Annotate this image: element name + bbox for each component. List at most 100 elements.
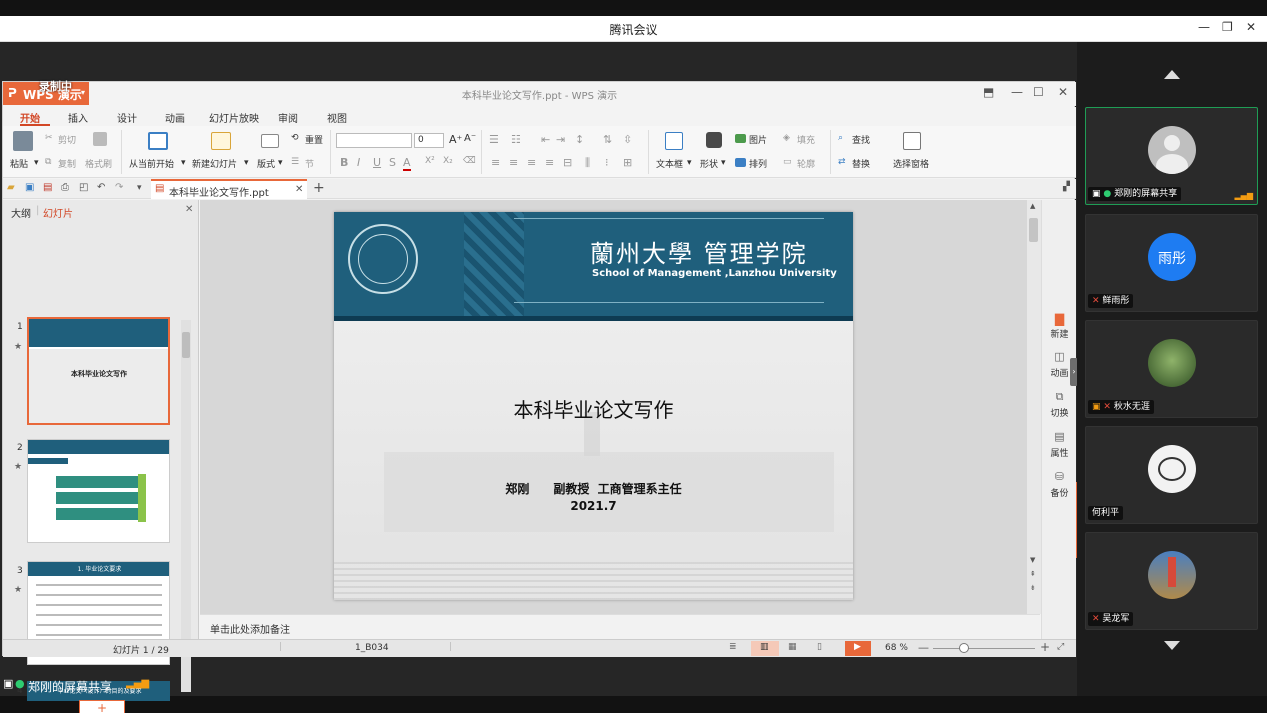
font-size-input[interactable]: 0 bbox=[414, 133, 444, 148]
wps-maximize-icon[interactable]: ☐ bbox=[1033, 85, 1044, 99]
fill-button[interactable]: 填充 bbox=[797, 133, 815, 146]
font-color-icon[interactable]: A bbox=[403, 156, 411, 171]
current-slide[interactable]: 蘭州大學 管理学院 School of Management ,Lanzhou … bbox=[334, 212, 853, 600]
clear-format-icon[interactable]: ⌫ bbox=[463, 156, 476, 166]
pane-backup[interactable]: 备份 bbox=[1042, 486, 1077, 499]
slide-thumb-1[interactable]: 本科毕业论文写作 bbox=[27, 317, 170, 425]
participant-tile[interactable]: ✕ 吴龙军 bbox=[1085, 532, 1258, 630]
scrollbar-thumb[interactable] bbox=[1029, 218, 1038, 242]
fit-window-icon[interactable]: ⤢ bbox=[1057, 642, 1064, 652]
canvas-scrollbar[interactable]: ▲ ▼ ⇞ ⇟ bbox=[1027, 200, 1041, 614]
cut-button[interactable]: 剪切 bbox=[58, 133, 76, 146]
pane-transition[interactable]: 切换 bbox=[1042, 406, 1077, 419]
format-painter-button[interactable]: 格式刷 bbox=[85, 157, 112, 170]
columns-icon[interactable]: ⫼ bbox=[585, 156, 590, 170]
menu-insert[interactable]: 插入 bbox=[68, 110, 88, 125]
grow-font-icon[interactable]: A⁺ bbox=[449, 133, 462, 146]
menu-slideshow[interactable]: 幻灯片放映 bbox=[209, 110, 259, 125]
pane-new[interactable]: 新建 bbox=[1042, 327, 1077, 340]
scroll-down-icon[interactable]: ▼ bbox=[1030, 556, 1035, 564]
prev-slide-icon[interactable]: ⇞ bbox=[1030, 570, 1036, 578]
undo-icon[interactable]: ↶ bbox=[97, 182, 105, 193]
tab-close-icon[interactable]: ✕ bbox=[295, 184, 303, 195]
line-spacing-icon[interactable]: ↕ bbox=[575, 133, 584, 146]
wps-minimize-icon[interactable]: — bbox=[1011, 85, 1023, 99]
align-center-icon[interactable]: ≡ bbox=[509, 156, 518, 169]
underline-button[interactable]: U bbox=[373, 156, 381, 169]
outline-button[interactable]: 轮廓 bbox=[797, 157, 815, 170]
print-icon[interactable]: ⎙ bbox=[61, 182, 69, 193]
participant-tile[interactable]: ▣ ● 郑刚的屏幕共享 ▂▄▆ bbox=[1085, 107, 1258, 205]
slide-thumb-2[interactable] bbox=[27, 439, 170, 543]
normal-view-button[interactable]: ▥ bbox=[751, 641, 779, 656]
customize-chevron-icon[interactable]: ▾ bbox=[137, 183, 142, 193]
reading-view-icon[interactable]: ▯ bbox=[817, 642, 822, 652]
scroll-down-arrow-icon[interactable] bbox=[1164, 641, 1180, 650]
section-button[interactable]: 节 bbox=[305, 157, 314, 170]
indent-decrease-icon[interactable]: ⇤ bbox=[541, 133, 550, 146]
scroll-up-icon[interactable]: ▲ bbox=[1030, 202, 1035, 210]
participant-tile[interactable]: 雨彤 ✕ 鲜雨彤 bbox=[1085, 214, 1258, 312]
collapse-ribbon-icon[interactable]: ▞ bbox=[1063, 182, 1070, 192]
add-slide-button[interactable]: + bbox=[79, 700, 125, 713]
export-icon[interactable]: ▤ bbox=[43, 182, 52, 193]
picture-button[interactable]: 图片 bbox=[749, 133, 767, 146]
tab-slides[interactable]: 幻灯片 bbox=[43, 205, 73, 220]
document-tab[interactable]: ▤ 本科毕业论文写作.ppt ✕ bbox=[151, 179, 307, 199]
align-justify-icon[interactable]: ≡ bbox=[545, 156, 554, 169]
close-icon[interactable]: ✕ bbox=[1246, 20, 1256, 34]
next-slide-icon[interactable]: ⇟ bbox=[1030, 584, 1036, 592]
distribute-icon[interactable]: ⊟ bbox=[563, 156, 572, 169]
menu-start[interactable]: 开始 bbox=[20, 110, 40, 125]
save-icon[interactable]: ▣ bbox=[25, 182, 34, 193]
align-text-icon[interactable]: ⇳ bbox=[623, 133, 632, 146]
pin-icon[interactable]: ⬒ bbox=[983, 85, 994, 99]
arrange-button[interactable]: 排列 bbox=[749, 157, 767, 170]
select-pane-button[interactable]: 选择窗格 bbox=[893, 157, 929, 170]
sorter-view-icon[interactable]: ▦ bbox=[788, 642, 797, 652]
zoom-slider[interactable] bbox=[933, 648, 1035, 649]
redo-icon[interactable]: ↷ bbox=[115, 182, 123, 193]
bullet-list-icon[interactable]: ☰ bbox=[489, 133, 499, 146]
tab-outline[interactable]: 大纲 bbox=[11, 205, 31, 220]
participant-tile[interactable]: ▣ ✕ 秋水无涯 bbox=[1085, 320, 1258, 418]
menu-design[interactable]: 设计 bbox=[117, 110, 137, 125]
reset-button[interactable]: 重置 bbox=[305, 133, 323, 146]
align-right-icon[interactable]: ≡ bbox=[527, 156, 536, 169]
zoom-slider-handle[interactable] bbox=[959, 643, 969, 653]
paste-icon[interactable] bbox=[13, 131, 33, 151]
shrink-font-icon[interactable]: A⁻ bbox=[464, 133, 476, 144]
notes-area[interactable]: 单击此处添加备注 bbox=[200, 614, 1040, 639]
panel-close-icon[interactable]: ✕ bbox=[185, 204, 193, 215]
menu-view[interactable]: 视图 bbox=[327, 110, 347, 125]
participant-tile[interactable]: 何利平 bbox=[1085, 426, 1258, 524]
zoom-in-icon[interactable]: + bbox=[1040, 640, 1050, 654]
subscript-icon[interactable]: X₂ bbox=[443, 156, 453, 166]
from-current-button[interactable]: 从当前开始 bbox=[129, 157, 174, 170]
open-icon[interactable]: ▰ bbox=[7, 182, 15, 193]
scrollbar-thumb[interactable] bbox=[182, 332, 190, 358]
text-direction-icon[interactable]: ⇅ bbox=[603, 133, 612, 146]
wps-close-icon[interactable]: ✕ bbox=[1058, 85, 1068, 99]
preview-icon[interactable]: ◰ bbox=[79, 182, 88, 193]
zoom-out-icon[interactable]: — bbox=[918, 641, 929, 654]
bold-button[interactable]: B bbox=[340, 156, 348, 169]
slideshow-button[interactable]: ▶ bbox=[845, 641, 871, 656]
strike-button[interactable]: S bbox=[389, 156, 396, 169]
smartart-icon[interactable]: ⊞ bbox=[623, 156, 632, 169]
superscript-icon[interactable]: X² bbox=[425, 156, 435, 166]
scroll-up-arrow-icon[interactable] bbox=[1164, 70, 1180, 79]
restore-icon[interactable]: ❐ bbox=[1222, 20, 1233, 34]
italic-button[interactable]: I bbox=[357, 156, 360, 169]
shape-button[interactable]: 形状 bbox=[700, 157, 718, 170]
indent-increase-icon[interactable]: ⇥ bbox=[556, 133, 565, 146]
minimize-icon[interactable]: — bbox=[1198, 20, 1210, 34]
menu-review[interactable]: 审阅 bbox=[278, 110, 298, 125]
menu-animation[interactable]: 动画 bbox=[165, 110, 185, 125]
align-left-icon[interactable]: ≡ bbox=[491, 156, 500, 169]
layout-button[interactable]: 版式 bbox=[257, 157, 275, 170]
paste-button[interactable]: 粘贴 bbox=[10, 157, 28, 170]
replace-button[interactable]: 替换 bbox=[852, 157, 870, 170]
new-slide-button[interactable]: 新建幻灯片 bbox=[192, 157, 237, 170]
font-name-input[interactable] bbox=[336, 133, 412, 148]
